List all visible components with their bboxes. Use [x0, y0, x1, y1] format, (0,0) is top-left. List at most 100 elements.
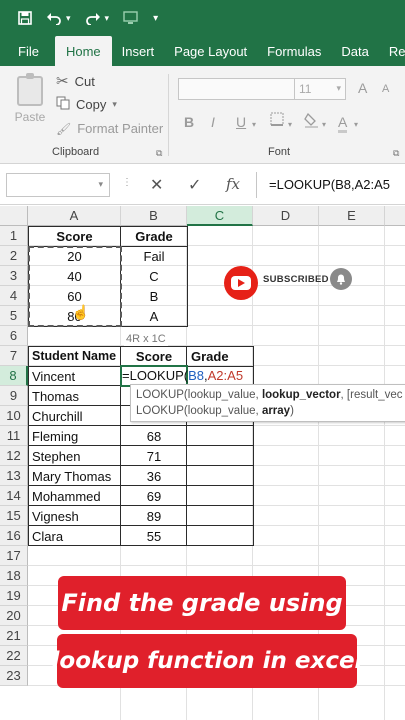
row-header-1[interactable]: 1 — [0, 226, 28, 246]
tab-insert[interactable]: Insert — [112, 36, 165, 66]
font-color-dropdown-icon[interactable]: ▾ — [354, 120, 358, 129]
student-name-cell[interactable]: Clara — [28, 526, 121, 546]
copy-button[interactable]: Copy ▾ — [56, 96, 117, 113]
tab-page-layout[interactable]: Page Layout — [164, 36, 257, 66]
shrink-font-icon[interactable]: A — [382, 83, 389, 95]
row-header-7[interactable]: 7 — [0, 346, 28, 366]
student-name-cell[interactable]: Mohammed — [28, 486, 121, 506]
tab-review[interactable]: Re — [379, 36, 405, 66]
cut-label: Cut — [74, 73, 95, 89]
format-painter-label: Format Painter — [77, 121, 164, 136]
column-header-a[interactable]: A — [28, 206, 121, 226]
student-score-cell[interactable]: 68 — [121, 426, 187, 446]
student-name-cell[interactable]: Fleming — [28, 426, 121, 446]
save-icon[interactable] — [18, 11, 32, 25]
row-header-12[interactable]: 12 — [0, 446, 28, 466]
row-header-2[interactable]: 2 — [0, 246, 28, 266]
row-header-3[interactable]: 3 — [0, 266, 28, 286]
font-size-field[interactable]: 11 ▾ — [294, 78, 346, 100]
column-header-b[interactable]: B — [121, 206, 187, 226]
row-header-6[interactable]: 6 — [0, 326, 28, 346]
student-name-cell[interactable]: Vincent — [28, 366, 121, 386]
name-box[interactable]: ▾ — [6, 173, 110, 197]
worksheet-grid: A B C D E 1 2 3 4 5 6 7 8 9 10 11 12 13 14 15 16 17 18 19 2… — [0, 206, 405, 720]
fill-color-dropdown-icon[interactable]: ▾ — [322, 120, 326, 129]
row-header-23[interactable]: 23 — [0, 666, 28, 686]
redo-icon[interactable] — [85, 11, 101, 25]
formula-bar-handle-icon[interactable]: ⋮ — [122, 177, 132, 188]
function-tooltip[interactable]: LOOKUP(lookup_value, lookup_vector, [res… — [130, 384, 405, 422]
insert-function-icon[interactable]: fx — [226, 175, 240, 193]
undo-dropdown-icon[interactable]: ▾ — [66, 13, 71, 24]
bell-icon[interactable] — [330, 268, 352, 290]
paste-button[interactable]: Paste — [12, 73, 48, 134]
font-size-value: 11 — [299, 82, 312, 96]
column-header-f[interactable] — [385, 206, 405, 226]
screen-icon[interactable] — [123, 11, 139, 25]
tab-home[interactable]: Home — [54, 36, 112, 66]
column-header-d[interactable]: D — [253, 206, 319, 226]
student-name-cell[interactable]: Thomas — [28, 386, 121, 406]
font-color-icon[interactable]: A — [338, 114, 348, 133]
student-score-cell[interactable]: 55 — [121, 526, 187, 546]
student-score-cell[interactable]: 89 — [121, 506, 187, 526]
row-header-20[interactable]: 20 — [0, 606, 28, 626]
row-header-8[interactable]: 8 — [0, 366, 28, 386]
bold-button[interactable]: B — [184, 114, 194, 130]
underline-button[interactable]: U — [236, 114, 246, 130]
row-header-5[interactable]: 5 — [0, 306, 28, 326]
tooltip-line-array[interactable]: LOOKUP(lookup_value, array) — [136, 403, 404, 419]
clipboard-launcher-icon[interactable]: ⧉ — [156, 148, 162, 159]
row-header-17[interactable]: 17 — [0, 546, 28, 566]
mouse-cursor-icon: ☝ — [72, 304, 90, 320]
student-score-cell[interactable]: 71 — [121, 446, 187, 466]
row-header-19[interactable]: 19 — [0, 586, 28, 606]
enter-icon[interactable]: ✓ — [188, 175, 201, 195]
student-name-cell[interactable]: Mary Thomas — [28, 466, 121, 486]
fill-color-icon[interactable] — [304, 112, 320, 131]
select-all-corner[interactable] — [0, 206, 28, 226]
font-size-dropdown-icon[interactable]: ▾ — [336, 83, 341, 94]
row-header-14[interactable]: 14 — [0, 486, 28, 506]
borders-icon[interactable] — [270, 112, 284, 129]
underline-dropdown-icon[interactable]: ▾ — [252, 120, 256, 129]
tooltip-arg-current: lookup_vector — [261, 389, 341, 401]
grow-font-icon[interactable]: A — [358, 80, 367, 96]
tab-file[interactable]: File — [0, 36, 55, 66]
student-name-cell[interactable]: Stephen — [28, 446, 121, 466]
student-name-cell[interactable]: Churchill — [28, 406, 121, 426]
formula-input[interactable]: =LOOKUP(B8,A2:A5 — [256, 172, 405, 198]
row-header-16[interactable]: 16 — [0, 526, 28, 546]
caption-banner-top: Find the grade using — [58, 576, 346, 630]
ribbon-home: Paste ✂ Cut Copy ▾ 🖌 Format Painter Clip… — [0, 66, 405, 164]
tab-formulas[interactable]: Formulas — [257, 36, 331, 66]
row-header-18[interactable]: 18 — [0, 566, 28, 586]
row-header-9[interactable]: 9 — [0, 386, 28, 406]
customize-icon[interactable]: ▾ — [153, 13, 158, 24]
cut-button[interactable]: ✂ Cut — [56, 72, 95, 90]
row-header-15[interactable]: 15 — [0, 506, 28, 526]
cancel-icon[interactable]: ✕ — [150, 175, 163, 195]
row-header-11[interactable]: 11 — [0, 426, 28, 446]
column-header-e[interactable]: E — [319, 206, 385, 226]
row-header-10[interactable]: 10 — [0, 406, 28, 426]
column-header-c[interactable]: C — [187, 206, 253, 226]
italic-button[interactable]: I — [211, 114, 215, 130]
row-header-13[interactable]: 13 — [0, 466, 28, 486]
student-score-cell[interactable]: 69 — [121, 486, 187, 506]
format-painter-button[interactable]: 🖌 Format Painter — [56, 121, 163, 136]
row-header-4[interactable]: 4 — [0, 286, 28, 306]
student-name-cell[interactable]: Vignesh — [28, 506, 121, 526]
name-box-dropdown-icon[interactable]: ▾ — [98, 179, 103, 190]
font-launcher-icon[interactable]: ⧉ — [393, 148, 399, 159]
student-score-cell[interactable]: 36 — [121, 466, 187, 486]
row-header-22[interactable]: 22 — [0, 646, 28, 666]
tab-data[interactable]: Data — [331, 36, 378, 66]
redo-dropdown-icon[interactable]: ▾ — [105, 13, 110, 24]
row-header-21[interactable]: 21 — [0, 626, 28, 646]
borders-dropdown-icon[interactable]: ▾ — [288, 120, 292, 129]
youtube-logo-icon[interactable] — [224, 266, 258, 300]
copy-dropdown-icon[interactable]: ▾ — [112, 99, 117, 110]
undo-icon[interactable] — [46, 11, 62, 25]
tooltip-line-vector[interactable]: LOOKUP(lookup_value, lookup_vector, [res… — [136, 387, 404, 403]
